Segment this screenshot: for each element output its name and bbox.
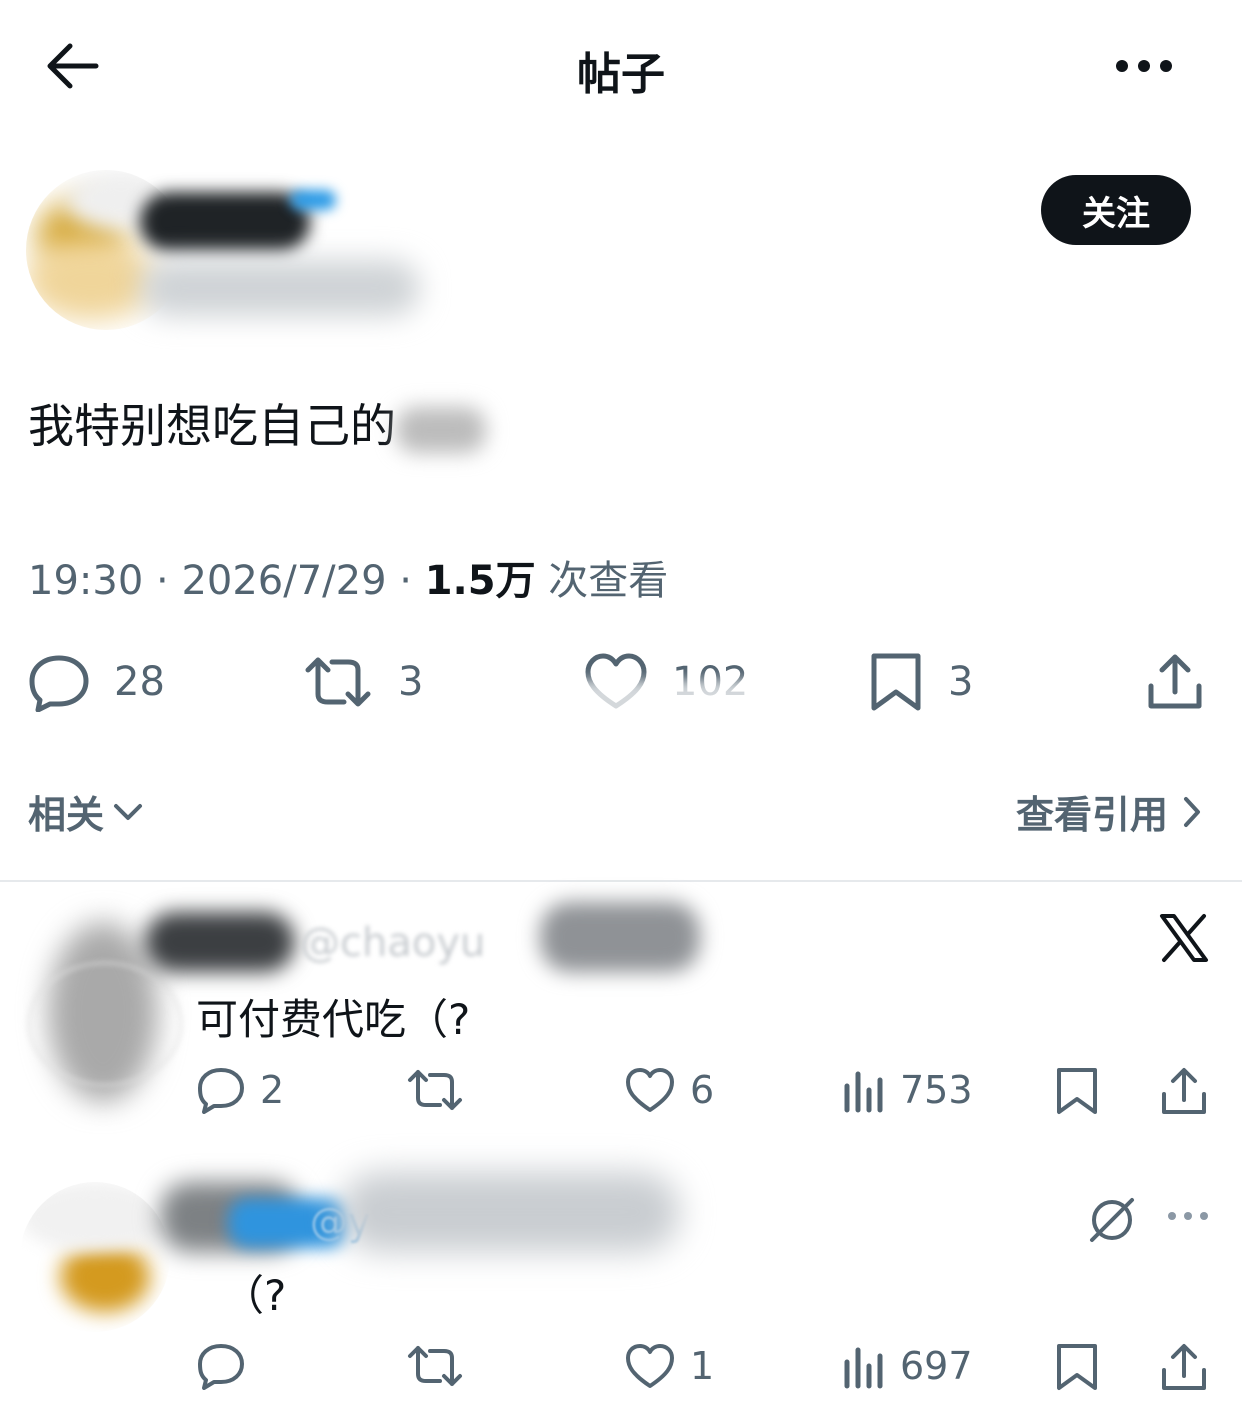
post-meta: 19:30 · 2026/7/29 · 1.5万 次查看 <box>28 548 668 606</box>
chevron-right-icon <box>1182 795 1202 829</box>
reply-reply-action[interactable]: 2 <box>196 1066 284 1114</box>
like-count: 6 <box>690 1068 715 1112</box>
reply-views[interactable]: 753 <box>842 1066 973 1114</box>
view-count: 753 <box>900 1068 973 1112</box>
reply-icon <box>196 1342 246 1390</box>
share-action[interactable] <box>1146 652 1204 712</box>
reply-item[interactable]: @chaoyu 可付费代吃（? 2 6 753 <box>0 882 1242 1142</box>
related-label: 相关 <box>28 793 105 837</box>
author-display-name[interactable] <box>140 192 310 252</box>
post-text-content: 我特别想吃自己的 <box>28 399 396 453</box>
reply-count: 2 <box>260 1068 285 1112</box>
reply-avatar[interactable] <box>20 1182 170 1332</box>
reply-text: （? <box>222 1271 287 1320</box>
share-icon <box>1146 652 1204 712</box>
bookmark-icon <box>868 652 924 712</box>
post-time: 19:30 <box>28 558 144 604</box>
share-icon <box>1160 1342 1208 1392</box>
like-count: 1 <box>690 1344 715 1388</box>
more-options-icon[interactable] <box>1112 46 1176 86</box>
view-label[interactable]: 次查看 <box>548 558 668 604</box>
reply-share-action[interactable] <box>1160 1342 1208 1392</box>
reply-handle-redaction <box>340 1172 680 1252</box>
reply-share-action[interactable] <box>1160 1066 1208 1116</box>
repost-icon <box>406 1342 464 1390</box>
analytics-icon <box>842 1066 886 1114</box>
follow-button[interactable]: 关注 <box>1041 175 1191 245</box>
separator-dot: · <box>399 558 412 604</box>
heart-icon <box>624 1066 676 1114</box>
repost-icon <box>302 652 374 712</box>
reply-bookmark-action[interactable] <box>1054 1066 1100 1116</box>
reply-icon <box>196 1066 246 1114</box>
bookmark-action[interactable]: 3 <box>868 652 973 712</box>
x-logo-icon <box>1158 912 1210 964</box>
bookmark-count: 3 <box>948 659 974 705</box>
blur-overlay <box>500 680 760 726</box>
view-count: 1.5万 <box>424 558 536 604</box>
bookmark-icon <box>1054 1066 1100 1116</box>
grok-icon[interactable] <box>1084 1192 1140 1248</box>
reply-like-action[interactable]: 6 <box>624 1066 714 1114</box>
reply-author-name[interactable] <box>145 912 295 972</box>
bookmark-icon <box>1054 1342 1100 1392</box>
view-quotes-link[interactable]: 查看引用 <box>1016 784 1202 839</box>
page-title: 帖子 <box>577 49 665 100</box>
reply-count: 28 <box>114 659 165 705</box>
reply-views[interactable]: 697 <box>842 1342 973 1390</box>
related-dropdown[interactable]: 相关 <box>28 784 144 839</box>
reply-action[interactable]: 28 <box>28 652 165 712</box>
reply-icon <box>28 652 90 712</box>
reply-like-action[interactable]: 1 <box>624 1342 714 1390</box>
view-count: 697 <box>900 1344 973 1388</box>
heart-icon <box>624 1342 676 1390</box>
verified-badge <box>290 190 336 210</box>
post-date: 2026/7/29 <box>181 558 387 604</box>
separator-dot: · <box>156 558 169 604</box>
repost-action[interactable]: 3 <box>302 652 423 712</box>
reply-reply-action[interactable] <box>196 1342 246 1390</box>
reply-repost-action[interactable] <box>406 1066 464 1114</box>
reply-handle: @chaoyu <box>300 920 486 966</box>
reply-bookmark-action[interactable] <box>1054 1342 1100 1392</box>
post-text: 我特别想吃自己的 <box>28 390 486 456</box>
reply-item[interactable]: @y （? 1 697 <box>0 1142 1242 1412</box>
view-quotes-label: 查看引用 <box>1015 793 1168 837</box>
repost-icon <box>406 1066 464 1114</box>
chevron-down-icon <box>112 800 144 824</box>
more-options-icon[interactable] <box>1166 1206 1210 1226</box>
repost-count: 3 <box>398 659 424 705</box>
reply-text: 可付费代吃（? <box>196 995 471 1044</box>
redacted-text <box>396 406 486 453</box>
reply-handle-redaction <box>540 902 700 972</box>
author-handle <box>140 260 420 316</box>
share-icon <box>1160 1066 1208 1116</box>
analytics-icon <box>842 1342 886 1390</box>
reply-repost-action[interactable] <box>406 1342 464 1390</box>
